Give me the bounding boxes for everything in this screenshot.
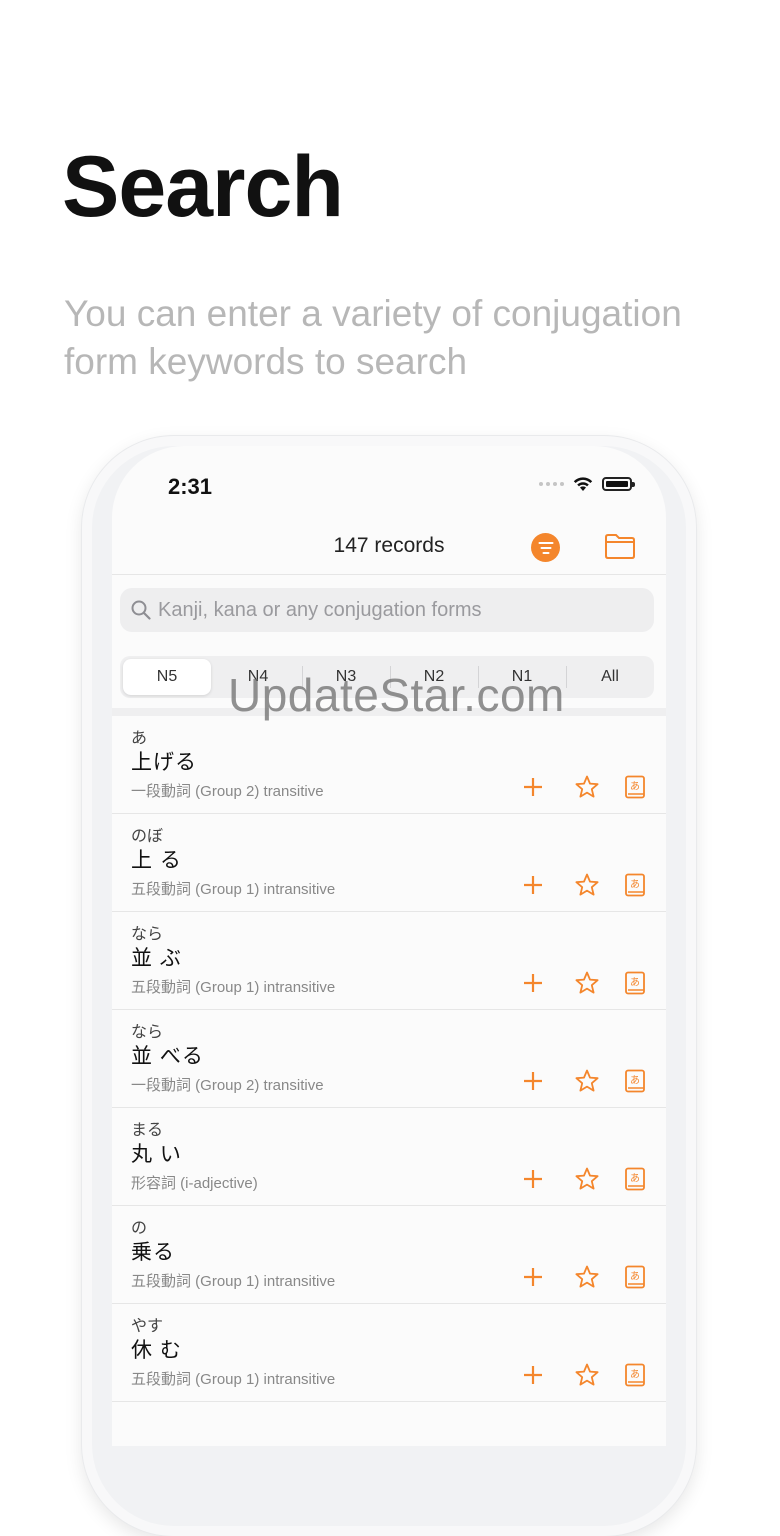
word: 丸 い	[131, 1143, 182, 1166]
page-headline: Search	[62, 139, 344, 235]
segment-n1[interactable]: N1	[478, 656, 566, 698]
level-segmented-control: N5 N4 N3 N2 N1 All	[120, 656, 654, 698]
segment-n3[interactable]: N3	[302, 656, 390, 698]
list-item[interactable]: なら 並 ぶ 五段動詞 (Group 1) intransitive あ	[112, 912, 666, 1010]
word-type: 五段動詞 (Group 1) intransitive	[131, 1371, 336, 1388]
list-item[interactable]: あ 上げる 一段動詞 (Group 2) transitive あ	[112, 716, 666, 814]
status-time: 2:31	[168, 474, 213, 499]
furigana: あ	[131, 730, 148, 747]
dictionary-icon[interactable]: あ	[622, 1166, 648, 1192]
dictionary-icon[interactable]: あ	[622, 1264, 648, 1290]
word-type: 一段動詞 (Group 2) transitive	[131, 1077, 324, 1094]
battery-icon	[602, 477, 635, 491]
segment-n4[interactable]: N4	[214, 656, 302, 698]
star-icon[interactable]	[574, 970, 600, 996]
star-icon[interactable]	[574, 774, 600, 800]
segment-all[interactable]: All	[566, 656, 654, 698]
status-bar: 2:31	[112, 446, 666, 516]
signal-icon	[539, 482, 564, 486]
furigana: なら	[131, 1024, 164, 1041]
plus-icon[interactable]	[520, 1068, 546, 1094]
word: 上げる	[131, 751, 197, 774]
furigana: のぼ	[131, 828, 164, 845]
dictionary-icon[interactable]: あ	[622, 872, 648, 898]
segment-n2[interactable]: N2	[390, 656, 478, 698]
plus-icon[interactable]	[520, 1362, 546, 1388]
filter-icon[interactable]	[531, 533, 560, 562]
svg-text:あ: あ	[630, 1369, 640, 1381]
word: 並 ぶ	[131, 947, 182, 970]
word: 上 る	[131, 849, 182, 872]
segment-n5[interactable]: N5	[123, 659, 211, 695]
dictionary-icon[interactable]: あ	[622, 1362, 648, 1388]
word: 並 べる	[131, 1045, 204, 1068]
plus-icon[interactable]	[520, 970, 546, 996]
page-subtitle: You can enter a variety of conjugation f…	[64, 293, 682, 382]
word: 乗る	[131, 1241, 175, 1264]
dictionary-icon[interactable]: あ	[622, 774, 648, 800]
wifi-icon	[573, 477, 593, 491]
star-icon[interactable]	[574, 1166, 600, 1192]
furigana: の	[131, 1220, 148, 1237]
dictionary-icon[interactable]: あ	[622, 970, 648, 996]
search-input[interactable]: Kanji, kana or any conjugation forms	[120, 588, 654, 632]
list-item[interactable]: まる 丸 い 形容詞 (i-adjective) あ	[112, 1108, 666, 1206]
svg-text:あ: あ	[630, 1173, 640, 1185]
star-icon[interactable]	[574, 872, 600, 898]
svg-text:あ: あ	[630, 781, 640, 793]
svg-text:あ: あ	[630, 1075, 640, 1087]
star-icon[interactable]	[574, 1068, 600, 1094]
furigana: なら	[131, 926, 164, 943]
furigana: まる	[131, 1122, 164, 1139]
plus-icon[interactable]	[520, 1264, 546, 1290]
nav-bar: 147 records	[112, 522, 666, 575]
records-count: 147 records	[333, 534, 445, 557]
word-type: 五段動詞 (Group 1) intransitive	[131, 1273, 336, 1290]
status-icons	[539, 476, 635, 492]
word-type: 五段動詞 (Group 1) intransitive	[131, 881, 336, 898]
plus-icon[interactable]	[520, 1166, 546, 1192]
svg-text:あ: あ	[630, 977, 640, 989]
app-screen: 2:31 147 records Kanji, kana or any conj…	[112, 446, 666, 1446]
word-type: 五段動詞 (Group 1) intransitive	[131, 979, 336, 996]
dictionary-icon[interactable]: あ	[622, 1068, 648, 1094]
word: 休 む	[131, 1339, 182, 1362]
plus-icon[interactable]	[520, 774, 546, 800]
search-placeholder: Kanji, kana or any conjugation forms	[158, 599, 482, 621]
plus-icon[interactable]	[520, 872, 546, 898]
list-item[interactable]: なら 並 べる 一段動詞 (Group 2) transitive あ	[112, 1010, 666, 1108]
search-icon	[131, 600, 151, 620]
star-icon[interactable]	[574, 1264, 600, 1290]
word-type: 一段動詞 (Group 2) transitive	[131, 783, 324, 800]
svg-text:あ: あ	[630, 1271, 640, 1283]
list-item[interactable]: の 乗る 五段動詞 (Group 1) intransitive あ	[112, 1206, 666, 1304]
star-icon[interactable]	[574, 1362, 600, 1388]
furigana: やす	[131, 1318, 164, 1335]
folder-icon[interactable]	[604, 532, 636, 560]
svg-text:あ: あ	[630, 879, 640, 891]
word-type: 形容詞 (i-adjective)	[131, 1175, 258, 1192]
list-item[interactable]: やす 休 む 五段動詞 (Group 1) intransitive あ	[112, 1304, 666, 1402]
list-item[interactable]: のぼ 上 る 五段動詞 (Group 1) intransitive あ	[112, 814, 666, 912]
word-list: あ 上げる 一段動詞 (Group 2) transitive あ のぼ 上 る…	[112, 708, 666, 1402]
